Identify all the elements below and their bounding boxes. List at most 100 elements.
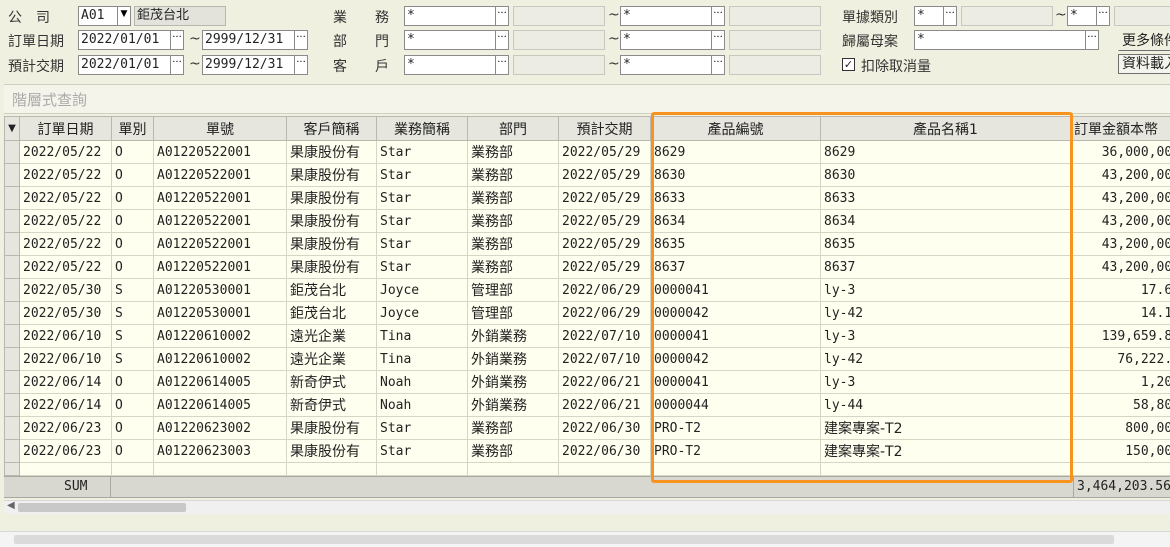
table-cell[interactable]: 外銷業務 [467,370,559,394]
order-date-to-input[interactable]: 2999/12/31 [202,30,295,50]
table-cell[interactable]: 8635 [820,232,1071,256]
table-cell[interactable]: Star [376,163,468,187]
table-cell[interactable]: 果康股份有 [286,186,377,210]
column-header[interactable]: 訂單日期 [19,116,112,141]
table-cell[interactable]: S [111,278,154,302]
table-cell[interactable]: PRO-T2 [650,416,821,440]
order-date-from-picker-icon[interactable]: ··· [170,30,184,50]
table-cell[interactable]: Joyce [376,278,468,302]
table-cell[interactable]: O [111,186,154,210]
table-cell[interactable]: 鉅茂台北 [286,278,377,302]
table-row[interactable]: 2022/06/14 O A01220614005 新奇伊式 Noah 外銷業務 2022/… [4,393,1170,417]
table-cell[interactable]: 2022/05/30 [19,301,112,325]
table-cell[interactable]: O [111,255,154,279]
table-cell[interactable]: S [111,324,154,348]
company-code-select[interactable]: A01 [78,6,118,26]
table-cell[interactable]: 2022/07/10 [558,347,651,371]
table-cell[interactable]: 果康股份有 [286,209,377,233]
exclude-cancel-checkbox[interactable]: ✓ [842,58,855,71]
table-cell[interactable]: O [111,232,154,256]
table-cell[interactable]: Noah [376,370,468,394]
table-cell[interactable]: 外銷業務 [467,347,559,371]
parent-case-lookup-icon[interactable]: ··· [1085,30,1099,50]
table-row[interactable]: 2022/05/22 O A01220522001 果康股份有 Star 業務部 2022/… [4,255,1170,279]
row-header[interactable] [4,324,20,348]
table-cell[interactable]: 2022/06/14 [19,393,112,417]
row-header[interactable] [4,370,20,394]
table-cell[interactable]: 14.12 [1070,301,1170,325]
table-cell[interactable]: 0000042 [650,347,821,371]
table-cell[interactable]: 果康股份有 [286,163,377,187]
row-header[interactable] [4,186,20,210]
window-scroll-thumb[interactable] [14,535,1114,544]
table-cell[interactable]: 8629 [820,140,1071,164]
table-cell[interactable]: O [111,163,154,187]
table-cell[interactable]: 果康股份有 [286,232,377,256]
table-cell[interactable]: ly-3 [820,370,1071,394]
table-cell[interactable]: 遠光企業 [286,347,377,371]
table-cell[interactable]: A01220610002 [153,347,287,371]
table-cell[interactable]: 2022/05/22 [19,209,112,233]
table-cell[interactable]: O [111,416,154,440]
table-row[interactable]: 2022/06/10 S A01220610002 遠光企業 Tina 外銷業務 2022/… [4,324,1170,348]
table-cell[interactable]: 2022/06/14 [19,370,112,394]
row-header[interactable] [4,347,20,371]
table-cell[interactable]: Noah [376,393,468,417]
customer-to-lookup-icon[interactable]: ··· [711,55,725,75]
table-row[interactable]: 2022/05/30 S A01220530001 鉅茂台北 Joyce 管理部 2022/… [4,301,1170,325]
table-cell[interactable]: 0000041 [650,324,821,348]
column-header[interactable]: 單號 [153,116,287,141]
doc-type-to-input[interactable]: * [1067,6,1097,26]
table-cell[interactable]: 43,200,000 [1070,232,1170,256]
department-to-lookup-icon[interactable]: ··· [711,30,725,50]
table-cell[interactable]: A01220610002 [153,324,287,348]
table-cell[interactable]: 外銷業務 [467,324,559,348]
row-header[interactable] [4,393,20,417]
table-cell[interactable]: 果康股份有 [286,255,377,279]
load-data-button[interactable]: 資料載入 [1118,54,1170,74]
company-dropdown-icon[interactable]: ▼ [117,6,131,26]
sales-to-input[interactable]: * [620,6,712,26]
table-cell[interactable]: 43,200,000 [1070,186,1170,210]
order-date-to-picker-icon[interactable]: ··· [294,30,308,50]
table-cell[interactable]: O [111,393,154,417]
column-header[interactable]: 客戶簡稱 [286,116,377,141]
table-cell[interactable]: 建案專案-T2 [820,416,1071,440]
table-cell[interactable]: Star [376,439,468,463]
table-row[interactable]: 2022/06/14 O A01220614005 新奇伊式 Noah 外銷業務 2022/… [4,370,1170,394]
customer-from-input[interactable]: * [404,55,496,75]
delivery-date-from-picker-icon[interactable]: ··· [170,55,184,75]
department-from-lookup-icon[interactable]: ··· [495,30,509,50]
table-row[interactable]: 2022/05/22 O A01220522001 果康股份有 Star 業務部 2022/… [4,163,1170,187]
table-row[interactable]: 2022/06/23 O A01220623003 果康股份有 Star 業務部 2022/… [4,439,1170,463]
table-cell[interactable]: A01220522001 [153,255,287,279]
table-cell[interactable]: 業務部 [467,140,559,164]
table-cell[interactable]: 43,200,000 [1070,209,1170,233]
customer-from-lookup-icon[interactable]: ··· [495,55,509,75]
table-cell[interactable]: 業務部 [467,255,559,279]
table-cell[interactable]: 業務部 [467,232,559,256]
table-cell[interactable]: 76,222.8 [1070,347,1170,371]
table-cell[interactable]: 2022/05/29 [558,209,651,233]
more-conditions-button[interactable]: 更多條件 [1118,31,1170,51]
table-cell[interactable]: 8635 [650,232,821,256]
table-cell[interactable]: O [111,140,154,164]
sales-to-lookup-icon[interactable]: ··· [711,6,725,26]
table-row[interactable]: 2022/05/22 O A01220522001 果康股份有 Star 業務部 2022/… [4,232,1170,256]
table-cell[interactable]: 業務部 [467,209,559,233]
table-cell[interactable]: 2022/05/29 [558,186,651,210]
table-cell[interactable]: A01220623003 [153,439,287,463]
table-cell[interactable]: 2022/05/22 [19,140,112,164]
customer-to-input[interactable]: * [620,55,712,75]
table-cell[interactable]: 43,200,000 [1070,255,1170,279]
table-cell[interactable]: 2022/06/30 [558,439,651,463]
table-cell[interactable]: 0000042 [650,301,821,325]
scroll-left-icon[interactable]: ◀ [7,500,15,511]
row-header[interactable] [4,163,20,187]
table-cell[interactable]: 遠光企業 [286,324,377,348]
row-header[interactable] [4,232,20,256]
table-cell[interactable]: 業務部 [467,163,559,187]
sales-from-lookup-icon[interactable]: ··· [495,6,509,26]
table-row[interactable]: 2022/06/10 S A01220610002 遠光企業 Tina 外銷業務 2022/… [4,347,1170,371]
doc-type-from-input[interactable]: * [914,6,944,26]
